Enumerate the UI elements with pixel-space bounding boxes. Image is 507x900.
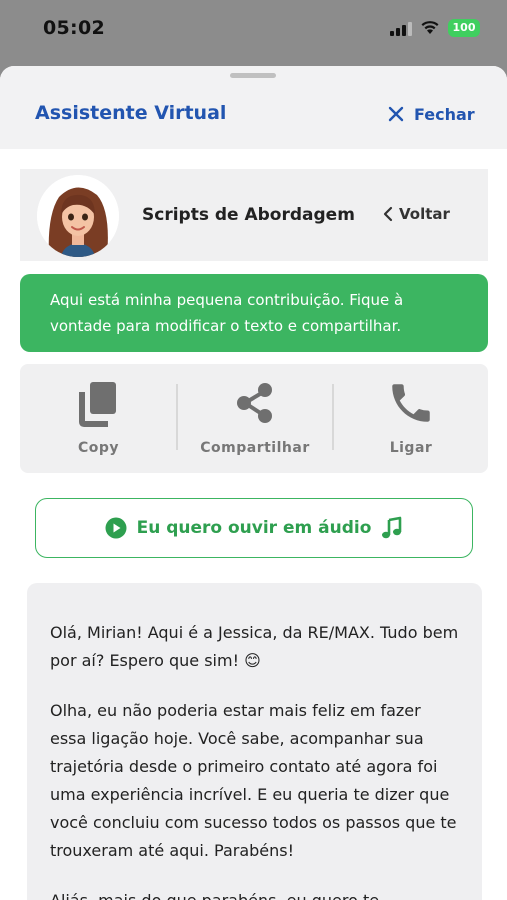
assistant-sheet: Assistente Virtual Fechar Scripts de Abo… xyxy=(0,66,507,900)
sheet-header: Assistente Virtual Fechar xyxy=(0,66,507,149)
close-icon xyxy=(388,106,404,122)
call-button[interactable]: Ligar xyxy=(334,364,488,473)
copy-icon xyxy=(78,382,116,427)
cellular-signal-icon xyxy=(390,22,412,36)
message-paragraph: Aliás, mais do que parabéns, eu quero te xyxy=(50,887,459,900)
profile-title: Scripts de Abordagem xyxy=(142,205,355,225)
status-time: 05:02 xyxy=(43,17,105,39)
message-paragraph: Olá, Mirian! Aqui é a Jessica, da RE/MAX… xyxy=(50,623,459,670)
music-note-icon xyxy=(382,516,402,539)
call-label: Ligar xyxy=(389,440,433,456)
assistant-avatar xyxy=(37,175,119,257)
action-bar: Copy Compartilhar Ligar xyxy=(20,364,488,473)
share-label: Compartilhar xyxy=(200,440,310,456)
phone-icon xyxy=(392,384,430,422)
listen-audio-label: Eu quero ouvir em áudio xyxy=(136,518,372,538)
message-paragraph: Olha, eu não poderia estar mais feliz em… xyxy=(50,701,457,860)
profile-card: Scripts de Abordagem Voltar xyxy=(20,169,488,261)
back-button[interactable]: Voltar xyxy=(382,205,450,223)
close-button[interactable]: Fechar xyxy=(388,102,475,126)
copy-button[interactable]: Copy xyxy=(20,364,177,473)
back-label: Voltar xyxy=(399,205,450,223)
wifi-icon xyxy=(421,21,439,34)
share-icon xyxy=(237,383,272,423)
battery-icon: 100 xyxy=(448,19,480,37)
chevron-left-icon xyxy=(383,206,393,222)
status-bar: 05:02 100 xyxy=(0,0,507,60)
play-circle-icon xyxy=(105,517,127,539)
close-label: Fechar xyxy=(414,104,475,124)
share-button[interactable]: Compartilhar xyxy=(178,364,332,473)
info-banner: Aqui está minha pequena contribuição. Fi… xyxy=(20,274,488,352)
sheet-grabber[interactable] xyxy=(230,73,276,78)
script-message: Olá, Mirian! Aqui é a Jessica, da RE/MAX… xyxy=(27,583,482,900)
listen-audio-button[interactable]: Eu quero ouvir em áudio xyxy=(35,498,473,558)
header-title: Assistente Virtual xyxy=(35,102,227,124)
copy-label: Copy xyxy=(77,440,120,456)
